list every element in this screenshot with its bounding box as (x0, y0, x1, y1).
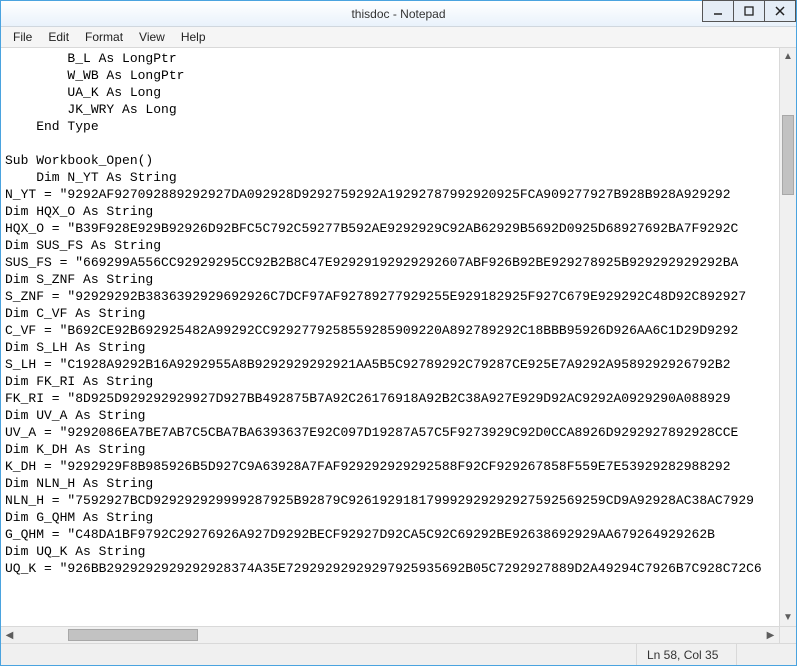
vscroll-track[interactable] (780, 65, 796, 609)
close-button[interactable] (764, 0, 796, 22)
horizontal-scrollbar[interactable]: ◀ ▶ (1, 626, 779, 643)
menu-file[interactable]: File (5, 28, 40, 46)
menu-format[interactable]: Format (77, 28, 131, 46)
close-icon (775, 6, 785, 16)
statusbar: Ln 58, Col 35 (1, 643, 796, 665)
menu-view[interactable]: View (131, 28, 173, 46)
content-area: B_L As LongPtr W_WB As LongPtr UA_K As L… (1, 48, 796, 643)
titlebar: thisdoc - Notepad (1, 1, 796, 27)
vscroll-thumb[interactable] (782, 115, 794, 195)
window-controls (703, 0, 796, 22)
scroll-down-arrow[interactable]: ▼ (780, 609, 796, 626)
editor-area: B_L As LongPtr W_WB As LongPtr UA_K As L… (1, 48, 796, 643)
text-editor[interactable]: B_L As LongPtr W_WB As LongPtr UA_K As L… (1, 48, 779, 626)
minimize-icon (713, 6, 723, 16)
hscroll-thumb[interactable] (68, 629, 198, 641)
hscroll-track[interactable] (18, 627, 762, 643)
menu-edit[interactable]: Edit (40, 28, 77, 46)
status-empty (736, 644, 796, 665)
maximize-button[interactable] (733, 0, 765, 22)
scroll-left-arrow[interactable]: ◀ (1, 627, 18, 643)
vertical-scrollbar[interactable]: ▲ ▼ (779, 48, 796, 626)
app-window: thisdoc - Notepad File Edit Format View … (0, 0, 797, 666)
editor-text[interactable]: B_L As LongPtr W_WB As LongPtr UA_K As L… (1, 48, 779, 579)
maximize-icon (744, 6, 754, 16)
menu-help[interactable]: Help (173, 28, 214, 46)
menubar: File Edit Format View Help (1, 27, 796, 48)
status-position: Ln 58, Col 35 (636, 644, 736, 665)
scroll-up-arrow[interactable]: ▲ (780, 48, 796, 65)
scroll-corner (779, 626, 796, 643)
minimize-button[interactable] (702, 0, 734, 22)
scroll-right-arrow[interactable]: ▶ (762, 627, 779, 643)
window-title: thisdoc - Notepad (1, 1, 796, 26)
